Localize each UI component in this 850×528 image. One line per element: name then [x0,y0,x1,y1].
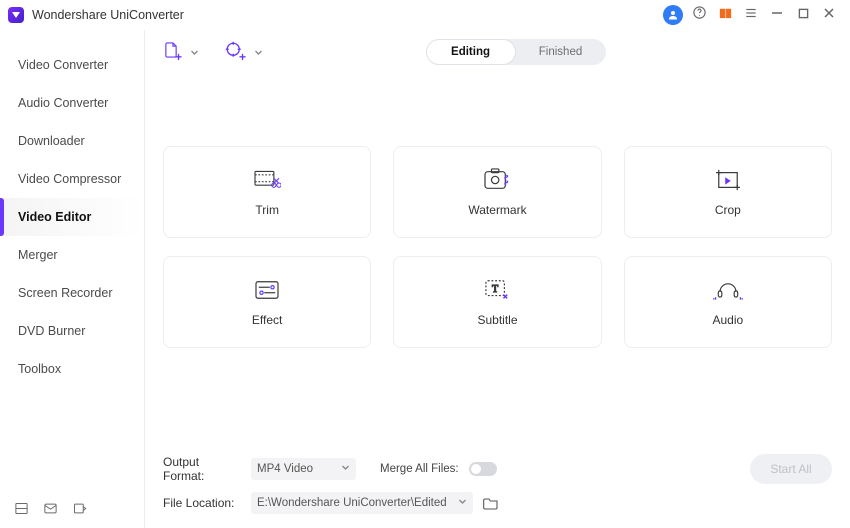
tool-label: Trim [255,203,279,217]
window-close-button[interactable] [818,4,840,26]
main-area: Video Converter Audio Converter Download… [0,30,850,528]
watermark-icon [482,167,512,193]
subtitle-icon: T [483,277,511,303]
add-url-button[interactable]: + [225,41,263,64]
content-tabs: Editing Finished [426,39,606,65]
maximize-icon [798,6,809,24]
effect-icon [253,277,281,303]
sidebar-item-video-compressor[interactable]: Video Compressor [0,160,144,198]
file-location-field[interactable]: E:\Wondershare UniConverter\Edited [251,492,473,514]
sidebar-item-dvd-burner[interactable]: DVD Burner [0,312,144,350]
sidebar-item-video-converter[interactable]: Video Converter [0,46,144,84]
tab-editing[interactable]: Editing [426,39,516,65]
help-icon [692,5,707,25]
window-minimize-button[interactable] [766,4,788,26]
app-logo-icon [8,7,24,23]
tool-card-effect[interactable]: Effect [163,256,371,348]
user-account-button[interactable] [662,4,684,26]
close-icon [823,6,835,24]
app-title: Wondershare UniConverter [32,8,184,22]
file-location-label: File Location: [163,496,241,510]
tab-finished[interactable]: Finished [516,39,606,65]
hamburger-icon [744,6,758,25]
share-button[interactable] [72,501,87,516]
tool-card-watermark[interactable]: Watermark [393,146,601,238]
tool-card-audio[interactable]: Audio [624,256,832,348]
footer-bar: Output Format: MP4 Video Merge All Files… [145,444,850,528]
tool-card-crop[interactable]: Crop [624,146,832,238]
content-panel: + + Editing Finished [145,30,850,528]
sidebar-item-merger[interactable]: Merger [0,236,144,274]
gift-icon [718,5,733,25]
crop-icon [714,167,742,193]
help-button[interactable] [688,4,710,26]
file-location-value: E:\Wondershare UniConverter\Edited [257,497,447,509]
tool-card-subtitle[interactable]: T Subtitle [393,256,601,348]
sidebar-item-toolbox[interactable]: Toolbox [0,350,144,388]
tool-grid: Trim Watermark Crop [145,74,850,348]
trim-icon [253,167,281,193]
plus-icon: + [239,50,246,64]
sidebar-item-downloader[interactable]: Downloader [0,122,144,160]
output-format-select[interactable]: MP4 Video [251,458,356,480]
tool-card-trim[interactable]: Trim [163,146,371,238]
tool-label: Effect [252,313,282,327]
chevron-down-icon [190,48,199,57]
plus-icon: + [175,50,182,64]
window-maximize-button[interactable] [792,4,814,26]
sidebar-item-audio-converter[interactable]: Audio Converter [0,84,144,122]
tool-label: Audio [712,313,743,327]
grid-view-button[interactable] [14,501,29,516]
chevron-down-icon [341,463,350,475]
minimize-icon [771,6,783,24]
sidebar-item-video-editor[interactable]: Video Editor [0,198,144,236]
mail-button[interactable] [43,501,58,516]
tool-label: Crop [715,203,741,217]
svg-text:T: T [493,284,500,295]
chevron-down-icon [254,48,263,57]
menu-button[interactable] [740,4,762,26]
add-file-button[interactable]: + [163,41,199,64]
sidebar-item-screen-recorder[interactable]: Screen Recorder [0,274,144,312]
audio-icon [713,277,743,303]
gift-button[interactable] [714,4,736,26]
merge-all-label: Merge All Files: [380,463,459,475]
user-icon [663,5,683,25]
titlebar: Wondershare UniConverter [0,0,850,30]
merge-all-toggle[interactable] [469,462,497,476]
chevron-down-icon [458,497,467,509]
app-window: Wondershare UniConverter [0,0,850,528]
tool-label: Subtitle [477,313,517,327]
browse-folder-button[interactable] [483,496,499,510]
sidebar: Video Converter Audio Converter Download… [0,30,145,528]
content-toolbar: + + Editing Finished [145,30,850,74]
sidebar-footer [0,489,144,528]
output-format-label: Output Format: [163,455,241,483]
start-all-button[interactable]: Start All [750,454,832,484]
tool-label: Watermark [468,203,526,217]
output-format-value: MP4 Video [257,463,313,475]
